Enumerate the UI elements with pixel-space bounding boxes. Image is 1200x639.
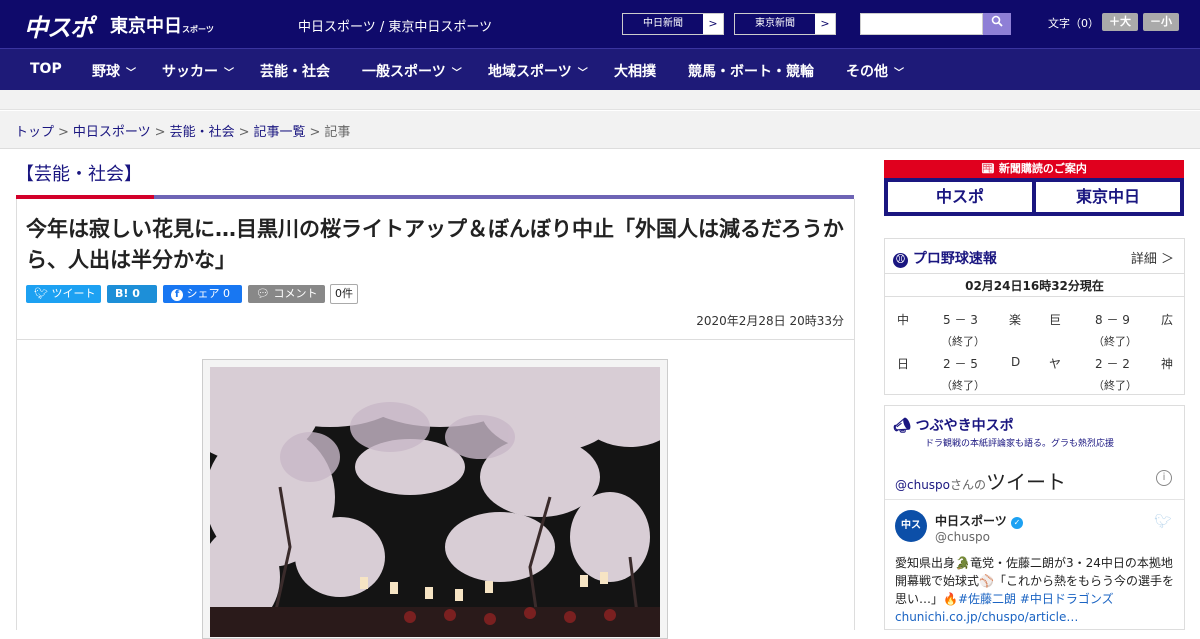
twitter-icon: 🐦︎ xyxy=(34,287,48,300)
search-input[interactable] xyxy=(860,13,983,35)
breadcrumb-chuspo[interactable]: 中日スポーツ xyxy=(73,125,151,140)
game-away: 神 xyxy=(1161,357,1174,371)
nav-other[interactable]: その他 ﹀ xyxy=(846,61,904,81)
nav-racing[interactable]: 競馬・ボート・競輪 xyxy=(688,61,814,81)
baseball-icon: ⚾︎ xyxy=(893,253,908,268)
game-home: 日 xyxy=(897,357,910,371)
chevron-down-icon: ﹀ xyxy=(577,68,588,79)
breadcrumb: トップ > 中日スポーツ > 芸能・社会 > 記事一覧 > 記事 xyxy=(15,125,351,140)
game-home: 中 xyxy=(897,313,910,327)
search-button[interactable] xyxy=(983,13,1011,35)
game-status: （終了） xyxy=(1093,335,1137,348)
baseball-scores-panel: ⚾︎ プロ野球速報 詳細 ＞ 02月24日16時32分現在 中 5 － 3 （終… xyxy=(884,238,1185,395)
font-larger-button[interactable]: ＋大 xyxy=(1102,13,1138,31)
tweets-header: @chuspoさんのツイート xyxy=(895,470,1067,494)
chevron-right-icon: > xyxy=(703,14,723,34)
breadcrumb-article-list[interactable]: 記事一覧 xyxy=(254,125,306,140)
font-size-label: 文字（0） xyxy=(1048,17,1099,30)
breadcrumb-current: 記事 xyxy=(324,125,351,140)
game-away: D xyxy=(1011,355,1021,369)
chunichi-shimbun-button[interactable]: 中日新聞 > xyxy=(622,13,724,35)
top-header: 中スポ 東京中日スポーツ 中日スポーツ / 東京中日スポーツ 中日新聞 > 東京新… xyxy=(0,0,1200,48)
tweet-button[interactable]: 🐦︎ ツイート xyxy=(26,285,101,303)
header-spacer xyxy=(0,90,1200,110)
breadcrumb-entertainment[interactable]: 芸能・社会 xyxy=(170,125,235,140)
nav-entertainment[interactable]: 芸能・社会 xyxy=(260,61,330,81)
chevron-down-icon: ﹀ xyxy=(126,68,136,79)
game-status: （終了） xyxy=(1093,379,1137,392)
article-headline: 今年は寂しい花見に…目黒川の桜ライトアップ＆ぼんぼり中止「外国人は減るだろうから… xyxy=(26,217,844,272)
comment-bubble-icon: 💬︎ xyxy=(256,287,270,300)
tweet-hashtags[interactable]: #佐藤二朗 #中日ドラゴンズ xyxy=(958,592,1114,606)
megaphone-icon: 📣︎ xyxy=(893,418,911,434)
chevron-down-icon: ﹀ xyxy=(894,68,904,79)
breadcrumb-bar: トップ > 中日スポーツ > 芸能・社会 > 記事一覧 > 記事 xyxy=(0,111,1200,149)
tweet-author-name[interactable]: 中日スポーツ ✓ xyxy=(935,512,1023,529)
cherry-blossom-image xyxy=(210,367,660,637)
category-label: 【芸能・社会】 xyxy=(16,164,142,185)
breadcrumb-top[interactable]: トップ xyxy=(15,125,54,140)
game-status: （終了） xyxy=(941,335,985,348)
twitter-bird-icon: 🐦︎ xyxy=(1154,514,1172,530)
game-status: （終了） xyxy=(941,379,985,392)
nav-general-sports[interactable]: 一般スポーツ ﹀ xyxy=(362,61,462,81)
main-nav: TOP 野球 ﹀ サッカー ﹀ 芸能・社会 一般スポーツ ﹀ 地域スポーツ ﹀ 大相撲 … xyxy=(0,48,1200,90)
cherry-blossom-photo xyxy=(210,367,660,637)
newspaper-icon: 📰︎ xyxy=(981,162,996,175)
search-bar xyxy=(860,13,1011,35)
baseball-panel-title: ⚾︎ プロ野球速報 xyxy=(893,248,997,268)
game-away: 広 xyxy=(1161,313,1174,327)
facebook-icon: f xyxy=(171,289,183,301)
chevron-right-icon: > xyxy=(815,14,835,34)
nav-sumo[interactable]: 大相撲 xyxy=(614,61,656,81)
baseball-detail-link[interactable]: 詳細 ＞ xyxy=(1131,248,1174,267)
comment-button[interactable]: 💬︎ コメント xyxy=(248,285,325,303)
game-score: 5 － 3 xyxy=(943,313,978,327)
subscribe-tokyo-chunichi[interactable]: 東京中日 xyxy=(1036,182,1180,212)
subscription-banner[interactable]: 📰︎ 新聞購読のご案内 中スポ 東京中日 xyxy=(884,160,1184,216)
info-icon[interactable]: i xyxy=(1156,470,1172,486)
chevron-down-icon: ﹀ xyxy=(224,68,234,79)
divider xyxy=(885,499,1184,500)
game-home: ヤ xyxy=(1049,357,1062,371)
search-icon xyxy=(991,15,1003,27)
game-score: 2 － 2 xyxy=(1095,357,1130,371)
facebook-share-button[interactable]: f シェア 0 xyxy=(163,285,242,303)
article-date: 2020年2月28日 20時33分 xyxy=(696,314,844,328)
hatena-bookmark-button[interactable]: B! 0 xyxy=(107,285,157,303)
verified-badge-icon: ✓ xyxy=(1010,517,1023,529)
tsubuyaki-subtitle: ドラ観戦の本紙評論家も語る。グラも熱烈応援 xyxy=(925,439,1115,449)
chuspo-logo[interactable]: 中スポ xyxy=(24,8,94,43)
comment-count: 0件 xyxy=(330,284,358,304)
nav-baseball[interactable]: 野球 ﹀ xyxy=(92,61,136,81)
tsubuyaki-panel: 📣︎ つぶやき中スポ ドラ観戦の本紙評論家も語る。グラも熱烈応援 @chuspo… xyxy=(884,405,1185,630)
chevron-down-icon: ﹀ xyxy=(451,68,462,79)
tokyo-chunichi-logo[interactable]: 東京中日スポーツ xyxy=(110,12,214,38)
tsubuyaki-title: 📣︎ つぶやき中スポ xyxy=(893,418,1014,434)
game-home: 巨 xyxy=(1049,313,1062,327)
subscribe-chuspo[interactable]: 中スポ xyxy=(888,182,1032,212)
nav-regional-sports[interactable]: 地域スポーツ ﹀ xyxy=(488,61,588,81)
avatar[interactable]: 中ス xyxy=(895,510,927,542)
site-name[interactable]: 中日スポーツ / 東京中日スポーツ xyxy=(298,16,492,35)
nav-top[interactable]: TOP xyxy=(30,61,62,77)
baseball-update-time: 02月24日16時32分現在 xyxy=(885,273,1184,297)
tweet-author-handle[interactable]: @chuspo xyxy=(935,530,990,544)
game-away: 楽 xyxy=(1009,313,1022,327)
game-score: 8 － 9 xyxy=(1095,313,1130,327)
nav-soccer[interactable]: サッカー ﹀ xyxy=(162,61,234,81)
twitter-handle-link[interactable]: @chuspo xyxy=(895,478,950,492)
tweet-link[interactable]: chunichi.co.jp/chuspo/article… xyxy=(895,610,1078,624)
tweet-text: 愛知県出身🐊竜党・佐藤二朗が3・24中日の本拠地開幕戦で始球式⚾「これから熱をも… xyxy=(895,556,1174,624)
subscription-header: 📰︎ 新聞購読のご案内 xyxy=(884,160,1184,178)
tokyo-shimbun-button[interactable]: 東京新聞 > xyxy=(734,13,836,35)
font-smaller-button[interactable]: －小 xyxy=(1143,13,1179,31)
game-score: 2 － 5 xyxy=(943,357,978,371)
